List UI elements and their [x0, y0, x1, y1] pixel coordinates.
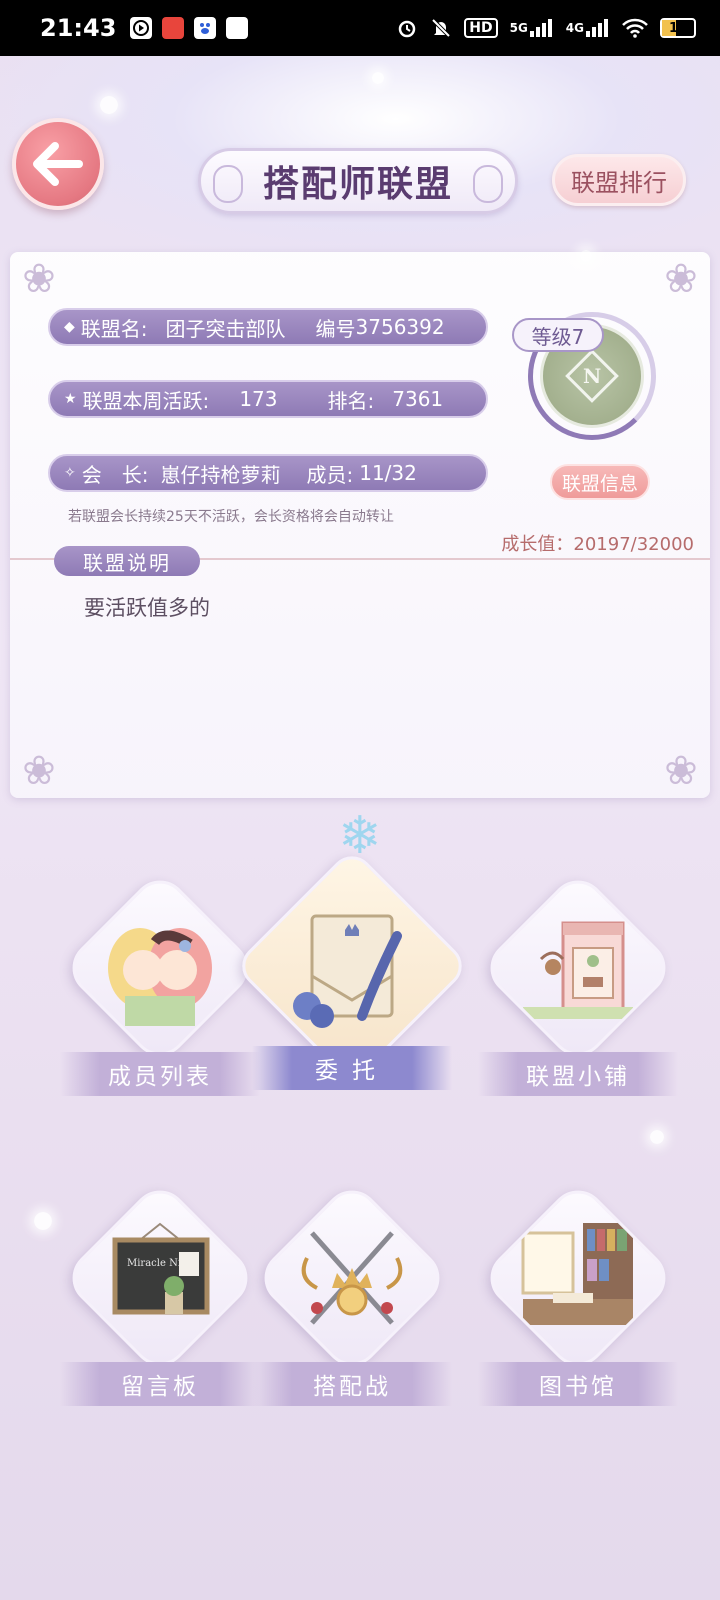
sparkle-decoration: [100, 96, 118, 114]
weekly-active-value: 173: [239, 387, 278, 411]
rank-value: 7361: [392, 387, 444, 411]
battle-button[interactable]: 搭配战: [252, 1179, 452, 1442]
leader-row: ✧ 会 长: 崽仔持枪萝莉 成员: 11/32: [48, 454, 488, 492]
status-icons: HD 5G 4G 19: [396, 17, 696, 39]
mute-icon: [430, 17, 452, 39]
signal-5g-icon: 5G: [510, 19, 554, 37]
battery-icon: 19: [660, 18, 696, 38]
bookshelf-icon: [521, 1223, 633, 1325]
growth-value: 成长值：20197/32000: [501, 534, 694, 555]
arrow-left-icon: [33, 142, 83, 186]
members-list-label: 成员列表: [60, 1052, 260, 1096]
rose-ornament-icon: ❀: [664, 748, 698, 794]
hd-icon: HD: [464, 18, 498, 38]
envelope-quill-icon: [293, 914, 402, 1028]
union-description: 要活跃值多的: [84, 596, 210, 620]
shield-bullet-icon: ◆: [64, 319, 75, 335]
back-button[interactable]: [12, 118, 104, 210]
union-name: 团子突击部队: [165, 316, 286, 341]
leader-transfer-hint: 若联盟会长持续25天不活跃，会长资格将会自动转让: [68, 509, 394, 525]
news-app-icon: [162, 17, 185, 39]
page-title-banner: 搭配师联盟: [198, 148, 518, 214]
emblem-crest-icon: N: [565, 349, 619, 403]
sparkle-bullet-icon: ✧: [64, 465, 76, 481]
wifi-icon: [622, 18, 648, 38]
clock: 21:43: [40, 14, 117, 42]
union-shop-button[interactable]: 联盟小铺: [478, 869, 678, 1132]
commission-button[interactable]: 委托: [233, 847, 471, 1126]
members-label: 成员:: [306, 462, 354, 487]
message-board-tile: Miracle Nikki: [61, 1179, 259, 1377]
rank-label: 排名:: [327, 388, 375, 413]
battle-tile: [253, 1179, 451, 1377]
rose-ornament-icon: ❀: [22, 748, 56, 794]
library-button[interactable]: 图书馆: [478, 1179, 678, 1442]
union-info-button[interactable]: 联盟信息: [550, 464, 650, 500]
union-shop-label: 联盟小铺: [478, 1052, 678, 1096]
star-bullet-icon: ★: [64, 391, 77, 407]
leader-label: 会 长:: [81, 462, 149, 487]
rose-ornament-icon: ❀: [22, 256, 56, 302]
page-title: 搭配师联盟: [262, 164, 453, 205]
notification-icon: [226, 17, 249, 39]
description-tag: 联盟说明: [54, 546, 200, 576]
weekly-active-row: ★ 联盟本周活跃: 173 排名: 7361: [48, 380, 488, 418]
two-girls-icon: [108, 928, 212, 1026]
union-name-row: ◆ 联盟名: 团子突击部队 编号 3756392: [48, 308, 488, 346]
message-board-button[interactable]: Miracle Nikki 留言板: [60, 1179, 260, 1442]
signal-4g-icon: 4G: [566, 19, 610, 37]
sparkle-decoration: [372, 72, 384, 84]
union-shop-tile: [479, 869, 677, 1067]
baidu-app-icon: [194, 17, 217, 39]
media-app-icon: [130, 17, 153, 39]
sparkle-decoration: [34, 1212, 52, 1230]
commission-label: 委托: [252, 1046, 452, 1090]
shop-storefront-icon: [523, 921, 633, 1019]
union-ranking-button[interactable]: 联盟排行: [552, 154, 686, 206]
alarm-icon: [396, 17, 418, 39]
members-list-tile: [61, 869, 259, 1067]
battle-label: 搭配战: [252, 1362, 452, 1406]
union-id: 3756392: [355, 315, 445, 339]
union-name-label: 联盟名:: [80, 316, 148, 341]
union-id-label: 编号: [315, 316, 356, 341]
library-label: 图书馆: [478, 1362, 678, 1406]
weekly-active-label: 联盟本周活跃:: [82, 388, 210, 413]
members-list-button[interactable]: 成员列表: [60, 869, 260, 1132]
message-board-label: 留言板: [60, 1362, 260, 1406]
rose-ornament-icon: ❀: [664, 256, 698, 302]
library-tile: [479, 1179, 677, 1377]
chalkboard-icon: Miracle Nikki: [112, 1222, 210, 1315]
status-bar: 21:43 HD 5G 4G 19: [0, 0, 720, 56]
sparkle-decoration: [650, 1130, 664, 1144]
crossed-swords-crest-icon: [301, 1231, 403, 1325]
leader-name: 崽仔持枪萝莉: [160, 462, 281, 487]
members-count: 11/32: [359, 461, 417, 485]
union-level-badge: 等级7: [512, 318, 604, 352]
